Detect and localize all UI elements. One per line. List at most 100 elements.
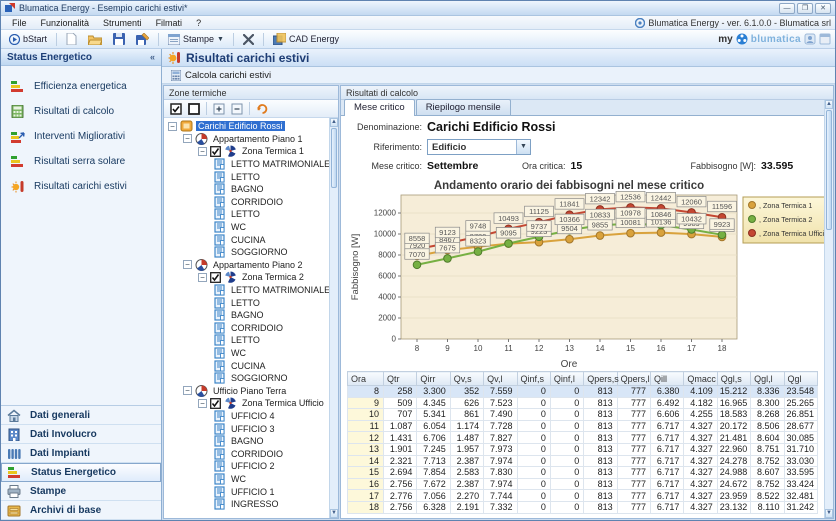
tree-node[interactable]: SOGGIORNO bbox=[166, 246, 329, 259]
menu-item[interactable]: Funzionalità bbox=[34, 16, 97, 29]
tree-node[interactable]: −Appartamento Piano 2 bbox=[166, 259, 329, 272]
scroll-up-icon[interactable]: ▲ bbox=[825, 100, 833, 109]
tree-node[interactable]: LETTO MATRIMONIALE bbox=[166, 158, 329, 171]
collapse-all-button[interactable] bbox=[229, 102, 245, 116]
table-header-cell[interactable]: Qgl bbox=[784, 372, 818, 386]
refresh-button[interactable] bbox=[254, 102, 270, 116]
table-row[interactable]: 152.6947.8542.5837.830008137776.7174.327… bbox=[348, 467, 818, 479]
tree-node[interactable]: −Zona Termica 2 bbox=[166, 271, 329, 284]
riferimento-select[interactable]: Edificio ▼ bbox=[427, 139, 531, 155]
table-header-cell[interactable]: Qirr bbox=[417, 372, 450, 386]
menu-item[interactable]: Filmati bbox=[149, 16, 190, 29]
nav-item[interactable]: Archivi di base bbox=[1, 501, 161, 520]
table-header-cell[interactable]: Qinf,l bbox=[550, 372, 583, 386]
tab-mese-critico[interactable]: Mese critico bbox=[344, 99, 415, 116]
table-header-cell[interactable]: Qpers,l bbox=[617, 372, 650, 386]
nav-item[interactable]: Status Energetico bbox=[1, 463, 161, 482]
sidebar-header[interactable]: Status Energetico « bbox=[1, 49, 161, 66]
table-header-cell[interactable]: Qmacc bbox=[684, 372, 717, 386]
results-scrollbar[interactable]: ▲ ▼ bbox=[824, 100, 833, 518]
scroll-up-icon[interactable]: ▲ bbox=[330, 118, 338, 127]
tree-node[interactable]: UFFICIO 3 bbox=[166, 422, 329, 435]
tree-expander-icon[interactable]: − bbox=[198, 273, 207, 282]
tree-node[interactable]: LETTO bbox=[166, 208, 329, 221]
tree-node[interactable]: WC bbox=[166, 473, 329, 486]
tab-riepilogo-mensile[interactable]: Riepilogo mensile bbox=[416, 99, 511, 115]
table-header-cell[interactable]: Qinf,s bbox=[517, 372, 550, 386]
tree-node[interactable]: CUCINA bbox=[166, 359, 329, 372]
table-row[interactable]: 182.7566.3282.1917.332008137776.7174.327… bbox=[348, 501, 818, 513]
tree-node[interactable]: UFFICIO 2 bbox=[166, 460, 329, 473]
nav-item[interactable]: Dati generali bbox=[1, 406, 161, 425]
tree-node[interactable]: BAGNO bbox=[166, 309, 329, 322]
tree-node[interactable]: BAGNO bbox=[166, 435, 329, 448]
menu-item[interactable]: ? bbox=[189, 16, 208, 29]
tree-expander-icon[interactable]: − bbox=[183, 386, 192, 395]
tree-node[interactable]: WC bbox=[166, 347, 329, 360]
table-row[interactable]: 121.4316.7061.4877.827008137776.7174.327… bbox=[348, 432, 818, 444]
table-row[interactable]: 111.0876.0541.1747.728008137776.7174.327… bbox=[348, 420, 818, 432]
tree-node[interactable]: WC bbox=[166, 221, 329, 234]
tree-node[interactable]: −Appartamento Piano 1 bbox=[166, 133, 329, 146]
nav-item[interactable]: Dati Involucro bbox=[1, 425, 161, 444]
table-row[interactable]: 162.7567.6722.3877.974008137776.7174.327… bbox=[348, 478, 818, 490]
tree-node[interactable]: −Zona Termica Ufficio bbox=[166, 397, 329, 410]
tree-node[interactable]: INGRESSO bbox=[166, 498, 329, 511]
scroll-down-icon[interactable]: ▼ bbox=[825, 509, 833, 518]
tree-expander-icon[interactable]: − bbox=[183, 260, 192, 269]
tree-node[interactable]: LETTO bbox=[166, 170, 329, 183]
tree-node[interactable]: LETTO MATRIMONIALE bbox=[166, 284, 329, 297]
table-header-cell[interactable]: Ora bbox=[348, 372, 384, 386]
sidebar-item[interactable]: Interventi Migliorativi bbox=[7, 124, 161, 149]
close-button[interactable]: ✕ bbox=[815, 3, 831, 14]
table-row[interactable]: 82583.3003527.559008137776.3804.10915.21… bbox=[348, 386, 818, 398]
tree-expander-icon[interactable]: − bbox=[198, 399, 207, 408]
tree-expander-icon[interactable]: − bbox=[198, 147, 207, 156]
tree-node[interactable]: LETTO bbox=[166, 296, 329, 309]
nav-item[interactable]: Stampe bbox=[1, 482, 161, 501]
collapse-sidebar-icon[interactable]: « bbox=[150, 52, 155, 62]
combo-arrow-icon[interactable]: ▼ bbox=[516, 140, 530, 154]
cad-energy-button[interactable]: CAD Energy bbox=[269, 32, 343, 46]
sidebar-item[interactable]: Efficienza energetica bbox=[7, 74, 161, 99]
table-header-cell[interactable]: Qill bbox=[651, 372, 684, 386]
brand-extra-icon-1[interactable] bbox=[804, 33, 816, 45]
tree-node[interactable]: CORRIDOIO bbox=[166, 447, 329, 460]
checkbox-icon[interactable] bbox=[210, 146, 221, 157]
tree-expander-icon[interactable]: − bbox=[168, 122, 177, 131]
table-header-cell[interactable]: Qtr bbox=[384, 372, 417, 386]
tree-node[interactable]: UFFICIO 4 bbox=[166, 410, 329, 423]
tree-node[interactable]: CUCINA bbox=[166, 233, 329, 246]
scroll-down-icon[interactable]: ▼ bbox=[330, 509, 338, 518]
sidebar-item[interactable]: Risultati di calcolo bbox=[7, 99, 161, 124]
tree-node[interactable]: CORRIDOIO bbox=[166, 322, 329, 335]
brand-extra-icon-2[interactable] bbox=[819, 33, 831, 45]
sidebar-item[interactable]: Risultati carichi estivi bbox=[7, 174, 161, 199]
table-header-cell[interactable]: Qgl,l bbox=[751, 372, 784, 386]
save-all-button[interactable] bbox=[132, 32, 153, 46]
tree-node[interactable]: CORRIDOIO bbox=[166, 196, 329, 209]
table-header-cell[interactable]: Qv,s bbox=[450, 372, 483, 386]
calcola-carichi-button[interactable]: Calcola carichi estivi bbox=[166, 69, 276, 82]
menu-item[interactable]: Strumenti bbox=[96, 16, 149, 29]
tree-node[interactable]: BAGNO bbox=[166, 183, 329, 196]
table-header-cell[interactable]: Qpers,s bbox=[584, 372, 617, 386]
table-row[interactable]: 131.9017.2451.9577.973008137776.7174.327… bbox=[348, 443, 818, 455]
table-row[interactable]: 172.7767.0562.2707.744008137776.7174.327… bbox=[348, 490, 818, 502]
save-button[interactable] bbox=[109, 32, 129, 46]
checkbox-icon[interactable] bbox=[210, 398, 221, 409]
tree-expander-icon[interactable]: − bbox=[183, 134, 192, 143]
tree-node[interactable]: −Carichi Edificio Rossi bbox=[166, 120, 329, 133]
table-header-cell[interactable]: Qgl,s bbox=[717, 372, 750, 386]
menu-item[interactable]: File bbox=[5, 16, 34, 29]
checkbox-icon[interactable] bbox=[210, 272, 221, 283]
tools-button[interactable] bbox=[239, 33, 258, 46]
tree-node[interactable]: −Ufficio Piano Terra bbox=[166, 384, 329, 397]
expand-all-button[interactable] bbox=[211, 102, 227, 116]
tree-scrollbar[interactable]: ▲ ▼ bbox=[329, 118, 338, 518]
table-row[interactable]: 142.3217.7132.3877.974008137776.7174.327… bbox=[348, 455, 818, 467]
tree-node[interactable]: LETTO bbox=[166, 334, 329, 347]
tree-node[interactable]: UFFICIO 1 bbox=[166, 485, 329, 498]
sidebar-item[interactable]: Risultati serra solare bbox=[7, 149, 161, 174]
tree-node[interactable]: −Zona Termica 1 bbox=[166, 145, 329, 158]
